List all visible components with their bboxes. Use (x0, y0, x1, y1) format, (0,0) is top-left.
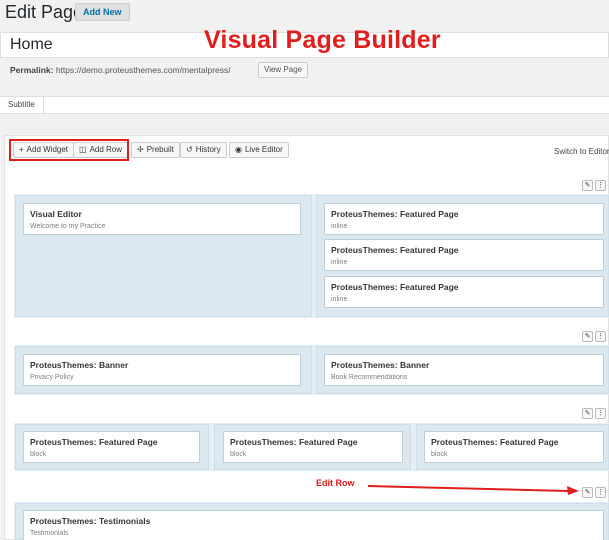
prebuilt-label: Prebuilt (146, 145, 174, 154)
row-edit-wrench-icon[interactable]: ✎ (582, 487, 593, 498)
permalink: Permalink: https://demo.proteusthemes.co… (10, 65, 231, 75)
row-move-handle-icon[interactable]: ⋮ (595, 180, 606, 191)
visual-page-builder-annotation: Visual Page Builder (204, 26, 441, 54)
add-new-button[interactable]: Add New (75, 3, 130, 21)
row-edit-wrench-icon[interactable]: ✎ (582, 180, 593, 191)
edit-row-annotation: Edit Row (316, 478, 355, 488)
widget-card[interactable]: ProteusThemes: Featured Page block (23, 431, 200, 463)
subtitle-label: Subtitle (8, 100, 35, 109)
permalink-label: Permalink: (10, 65, 54, 75)
permalink-url[interactable]: https://demo.proteusthemes.com/mentalpre… (56, 65, 231, 75)
widget-title: ProteusThemes: Featured Page (230, 437, 358, 447)
widget-subtitle: block (30, 451, 47, 458)
widget-card[interactable]: ProteusThemes: Banner Privacy Policy (23, 354, 301, 386)
widget-title: ProteusThemes: Testimonials (30, 516, 151, 526)
widget-subtitle: inline (331, 259, 348, 266)
eye-icon: ◉ (235, 145, 242, 154)
widget-title: ProteusThemes: Banner (30, 360, 129, 370)
widget-card[interactable]: ProteusThemes: Testimonials Testimonials (23, 510, 604, 540)
widget-card[interactable]: Visual Editor Welcome to my Practice (23, 203, 301, 235)
widget-title: ProteusThemes: Featured Page (331, 282, 459, 292)
history-button[interactable]: ↺ History (180, 142, 227, 158)
widget-title: Visual Editor (30, 209, 82, 219)
page-title: Edit Page (5, 2, 84, 22)
row-edit-wrench-icon[interactable]: ✎ (582, 331, 593, 342)
widget-card[interactable]: ProteusThemes: Featured Page inline (324, 239, 604, 271)
widget-subtitle: inline (331, 296, 348, 303)
widget-card[interactable]: ProteusThemes: Featured Page block (223, 431, 403, 463)
view-page-button[interactable]: View Page (258, 62, 309, 78)
widget-subtitle: Testimonials (30, 530, 69, 537)
history-label: History (195, 145, 221, 154)
widget-card[interactable]: ProteusThemes: Featured Page inline (324, 203, 604, 235)
widget-subtitle: block (431, 451, 448, 458)
annotation-arrow-icon (368, 485, 579, 495)
widget-card[interactable]: ProteusThemes: Featured Page block (424, 431, 604, 463)
widget-subtitle: Book Recommendations (331, 374, 408, 381)
widget-subtitle: inline (331, 223, 348, 230)
prebuilt-icon: ✢ (137, 145, 144, 154)
live-editor-label: Live Editor (244, 145, 283, 154)
row-move-handle-icon[interactable]: ⋮ (595, 331, 606, 342)
history-icon: ↺ (186, 145, 193, 154)
widget-subtitle: Privacy Policy (30, 374, 74, 381)
widget-card[interactable]: ProteusThemes: Banner Book Recommendatio… (324, 354, 604, 386)
widget-title: ProteusThemes: Featured Page (331, 209, 459, 219)
row-move-handle-icon[interactable]: ⋮ (595, 408, 606, 419)
row-move-handle-icon[interactable]: ⋮ (595, 487, 606, 498)
prebuilt-button[interactable]: ✢ Prebuilt (131, 142, 180, 158)
widget-card[interactable]: ProteusThemes: Featured Page inline (324, 276, 604, 308)
add-buttons-highlight (9, 139, 129, 161)
row-edit-wrench-icon[interactable]: ✎ (582, 408, 593, 419)
widget-subtitle: block (230, 451, 247, 458)
widget-title: ProteusThemes: Featured Page (331, 245, 459, 255)
widget-title: ProteusThemes: Featured Page (30, 437, 158, 447)
subtitle-field[interactable] (0, 96, 609, 114)
live-editor-button[interactable]: ◉ Live Editor (229, 142, 289, 158)
widget-title: ProteusThemes: Featured Page (431, 437, 559, 447)
widget-title: ProteusThemes: Banner (331, 360, 430, 370)
switch-to-editor-link[interactable]: Switch to Editor (554, 147, 609, 156)
subtitle-divider (43, 97, 44, 113)
widget-subtitle: Welcome to my Practice (30, 223, 106, 230)
